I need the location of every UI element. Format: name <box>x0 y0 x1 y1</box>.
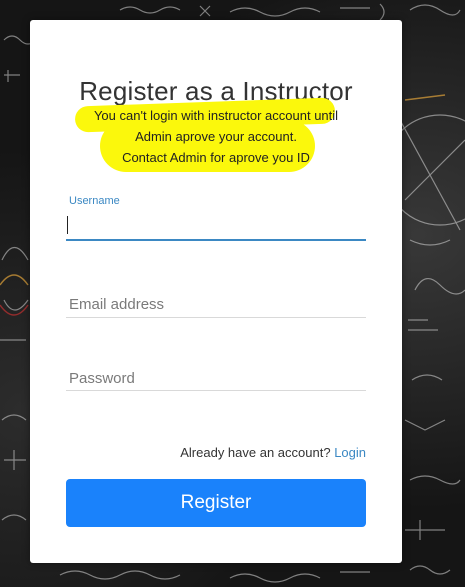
password-input[interactable] <box>66 366 366 390</box>
register-card: Register as a Instructor You can't login… <box>30 20 402 563</box>
login-link[interactable]: Login <box>334 445 366 460</box>
notice-line: You can't login with instructor account … <box>93 108 339 123</box>
username-field: Username <box>66 195 366 243</box>
email-input[interactable] <box>66 292 366 316</box>
login-prompt-text: Already have an account? <box>180 445 331 460</box>
username-label: Username <box>69 195 120 207</box>
password-underline <box>66 390 366 391</box>
username-underline <box>66 239 366 241</box>
email-field <box>66 290 366 320</box>
email-underline <box>66 317 366 318</box>
register-button[interactable]: Register <box>66 479 366 527</box>
login-prompt-row: Already have an account? Login <box>180 445 366 460</box>
username-input[interactable] <box>66 213 366 237</box>
notice-line: Admin aprove your account. <box>135 129 297 144</box>
password-field <box>66 364 366 394</box>
notice-line: Contact Admin for aprove you ID <box>122 150 310 165</box>
text-caret <box>67 216 68 234</box>
approval-notice: You can't login with instructor account … <box>60 105 372 168</box>
